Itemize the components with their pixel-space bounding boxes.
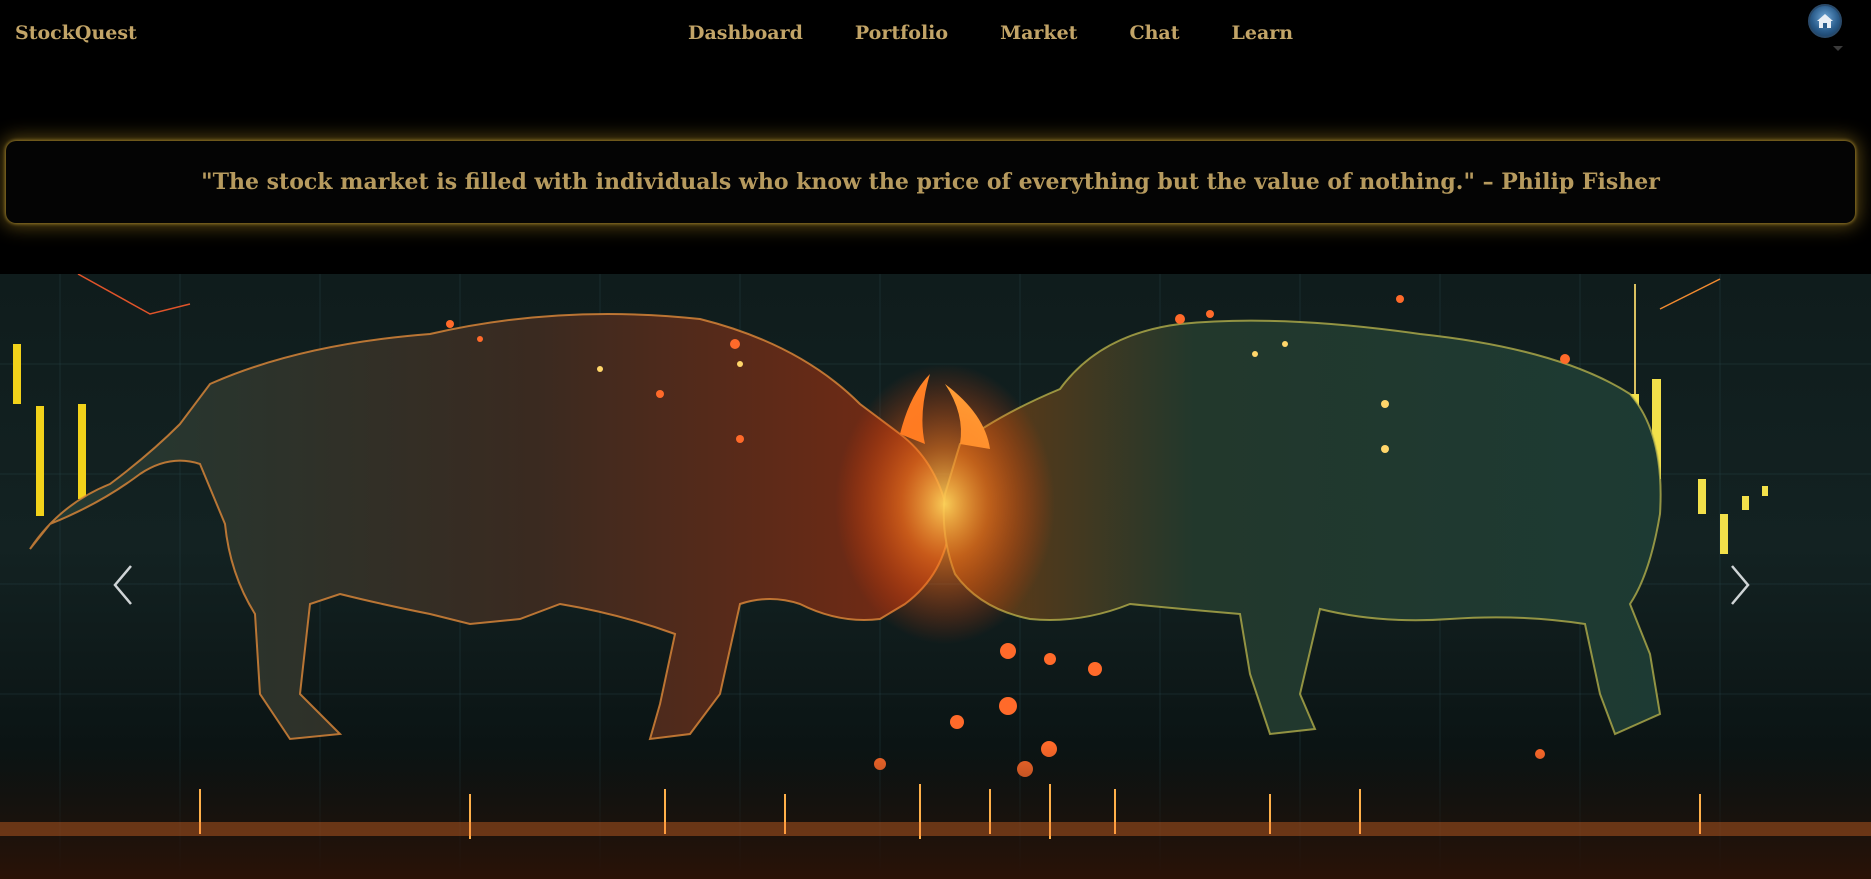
brand-logo-text[interactable]: StockQuest [15, 22, 137, 44]
clash-glow [835, 364, 1055, 644]
ground-glow [0, 744, 1871, 879]
home-icon [1817, 14, 1833, 28]
quote-text: "The stock market is filled with individ… [201, 169, 1660, 195]
user-avatar-icon[interactable] [1808, 4, 1842, 38]
carousel-prev-button[interactable] [103, 560, 143, 610]
nav-link-portfolio[interactable]: Portfolio [855, 22, 948, 44]
nav-link-chat[interactable]: Chat [1129, 22, 1179, 44]
nav-link-dashboard[interactable]: Dashboard [688, 22, 803, 44]
bull-clash-illustration [0, 274, 1871, 879]
ground-glow-band [0, 822, 1871, 836]
nav-link-market[interactable]: Market [1000, 22, 1077, 44]
chevron-left-icon [113, 565, 132, 605]
carousel-next-button[interactable] [1720, 560, 1760, 610]
nav-link-learn[interactable]: Learn [1232, 22, 1294, 44]
top-navbar: StockQuest Dashboard Portfolio Market Ch… [0, 0, 1871, 70]
nav-links: Dashboard Portfolio Market Chat Learn [688, 22, 1293, 44]
quote-banner: "The stock market is filled with individ… [6, 141, 1855, 223]
avatar-dropdown-caret-icon[interactable] [1833, 46, 1843, 51]
hero-carousel [0, 274, 1871, 879]
left-bull-silhouette [29, 313, 952, 741]
chevron-right-icon [1731, 565, 1750, 605]
